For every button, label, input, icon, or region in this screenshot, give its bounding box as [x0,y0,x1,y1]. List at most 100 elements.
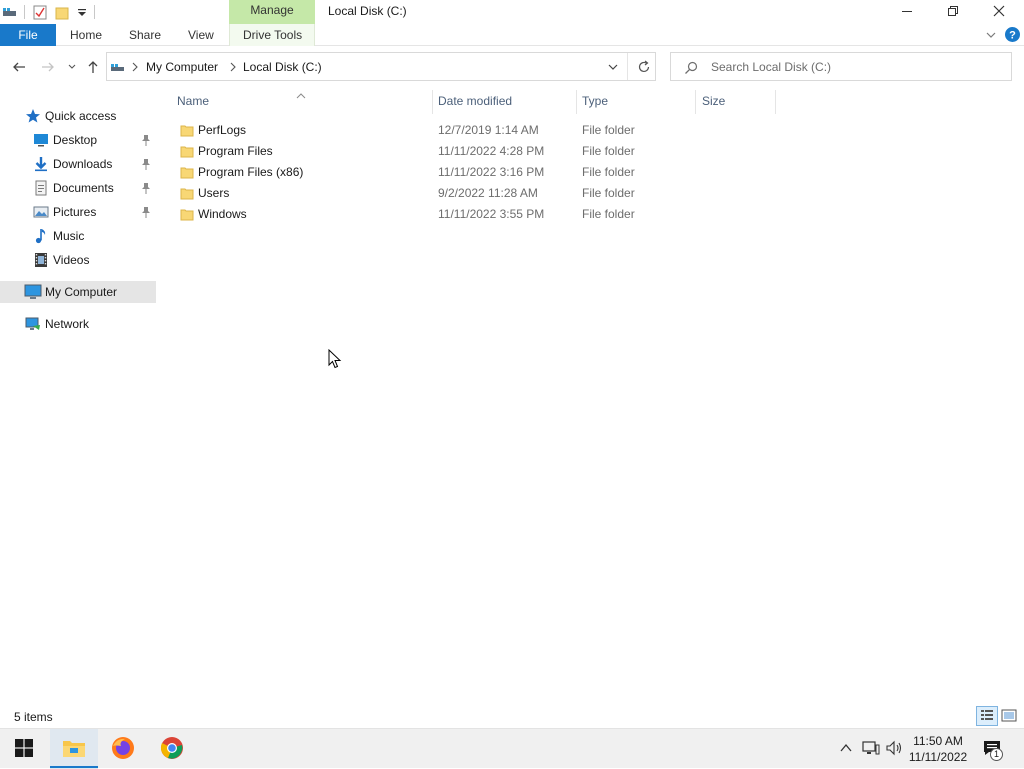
close-button[interactable] [976,0,1022,24]
file-name: PerfLogs [198,123,247,137]
file-name: Windows [198,207,247,221]
file-row[interactable]: Program Files 11/11/2022 4:28 PM File fo… [176,141,776,162]
tab-home[interactable]: Home [70,24,102,46]
column-header-name[interactable]: Name [177,94,209,108]
sidebar-item-music[interactable]: Music [0,225,156,247]
sidebar-item-label: Pictures [53,205,97,219]
details-view-button[interactable] [976,706,998,726]
close-icon [993,5,1005,20]
refresh-button[interactable] [636,59,652,78]
file-name: Program Files (x86) [198,165,304,179]
tab-share[interactable]: Share [129,24,161,46]
tab-manage[interactable]: Manage [229,0,315,24]
file-date: 11/11/2022 3:55 PM [438,207,545,221]
restore-button[interactable] [930,0,976,24]
file-type: File folder [582,165,635,179]
new-folder-icon[interactable] [54,4,70,20]
column-divider[interactable] [775,90,776,114]
back-arrow-icon [11,59,27,78]
drive-icon[interactable] [2,4,18,20]
sidebar-item-network[interactable]: Network [0,313,156,335]
taskbar-file-explorer[interactable] [50,729,98,769]
tab-file[interactable]: File [0,24,56,46]
column-divider[interactable] [695,90,696,114]
chevron-right-icon[interactable] [229,61,237,75]
navigation-bar: My Computer Local Disk (C:) Search Local… [0,52,1024,82]
sidebar-item-pictures[interactable]: Pictures [0,201,156,223]
drive-icon [110,59,126,78]
sidebar-item-downloads[interactable]: Downloads [0,153,156,175]
help-icon[interactable]: ? [1004,26,1021,46]
recent-locations-button[interactable] [62,58,82,78]
column-divider[interactable] [576,90,577,114]
column-header-size[interactable]: Size [702,94,725,108]
sidebar-item-videos[interactable]: Videos [0,249,156,271]
sidebar-item-label: Documents [53,181,114,195]
pin-icon[interactable] [140,157,152,171]
chevron-right-icon[interactable] [131,61,139,75]
quick-access-separator [24,5,25,19]
column-header-date-modified[interactable]: Date modified [438,94,512,108]
properties-icon[interactable] [32,4,48,20]
item-count: 5 items [14,710,53,724]
star-icon [25,108,41,124]
breadcrumb-my-computer[interactable]: My Computer [146,60,218,74]
minimize-button[interactable] [884,0,930,24]
column-header-type[interactable]: Type [582,94,608,108]
file-row[interactable]: Users 9/2/2022 11:28 AM File folder [176,183,776,204]
system-clock[interactable]: 11:50 AM 11/11/2022 [906,733,970,765]
column-divider[interactable] [432,90,433,114]
up-arrow-icon [85,59,101,78]
sidebar-item-desktop[interactable]: Desktop [0,129,156,151]
large-icons-view-button[interactable] [1001,709,1017,726]
sidebar-item-label: Desktop [53,133,98,147]
file-row[interactable]: Windows 11/11/2022 3:55 PM File folder [176,204,776,225]
start-button[interactable] [0,729,48,769]
file-row[interactable]: Program Files (x86) 11/11/2022 3:16 PM F… [176,162,776,183]
status-bar: 5 items [0,706,1024,728]
up-button[interactable] [83,58,103,78]
tab-view[interactable]: View [188,24,214,46]
breadcrumb-local-disk[interactable]: Local Disk (C:) [243,60,322,74]
navigation-pane: Quick access Desktop Downloads Documents… [0,88,157,706]
back-button[interactable] [9,58,29,78]
taskbar: 11:50 AM 11/11/2022 1 [0,728,1024,769]
documents-icon [33,180,49,196]
details-view-icon [980,709,994,724]
videos-icon [33,252,49,268]
show-hidden-icons-button[interactable] [839,741,853,758]
folder-icon [180,144,194,158]
search-input[interactable]: Search Local Disk (C:) [711,60,831,74]
network-status-icon[interactable] [862,740,880,759]
pin-icon[interactable] [140,205,152,219]
pin-icon[interactable] [140,133,152,147]
taskbar-firefox[interactable] [99,729,147,769]
tab-drive-tools[interactable]: Drive Tools [243,24,302,46]
search-box[interactable]: Search Local Disk (C:) [670,52,1012,81]
column-headers: Name Date modified Type Size [170,88,780,114]
address-dropdown-button[interactable] [607,62,619,76]
customize-toolbar-icon[interactable] [74,4,90,20]
expand-ribbon-button[interactable] [984,28,998,45]
volume-icon[interactable] [885,740,903,759]
pin-icon[interactable] [140,181,152,195]
sort-ascending-icon [296,88,306,102]
address-bar[interactable]: My Computer Local Disk (C:) [106,52,656,81]
sidebar-item-documents[interactable]: Documents [0,177,156,199]
file-type: File folder [582,207,635,221]
search-icon [683,60,699,79]
action-center-button[interactable]: 1 [982,739,1004,761]
sidebar-item-my-computer[interactable]: My Computer [0,281,156,303]
title-separator [94,5,95,19]
window-title: Local Disk (C:) [328,4,407,18]
file-row[interactable]: PerfLogs 12/7/2019 1:14 AM File folder [176,120,776,141]
sidebar-item-label: Videos [53,253,90,267]
sidebar-item-quick-access[interactable]: Quick access [0,105,156,127]
file-date: 11/11/2022 3:16 PM [438,165,545,179]
minimize-icon [901,5,913,20]
taskbar-chrome[interactable] [148,729,196,769]
title-bar: Manage Local Disk (C:) [0,0,1024,24]
forward-button[interactable] [38,58,58,78]
clock-date: 11/11/2022 [908,750,968,764]
folder-icon [180,186,194,200]
